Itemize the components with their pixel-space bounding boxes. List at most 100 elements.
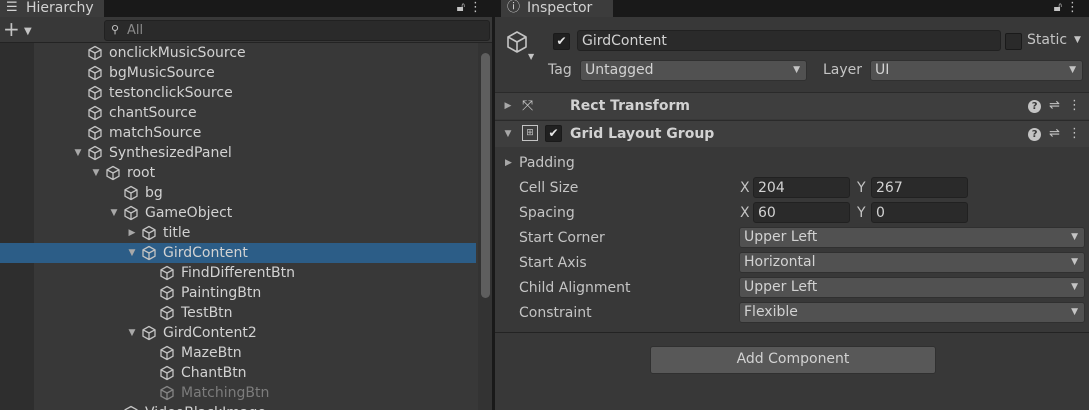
hierarchy-tab-menu[interactable]: 🔓︎⋮ <box>457 0 486 17</box>
rect-transform-title: Rect Transform <box>570 98 691 114</box>
inspector-tabbar: ⓘ Inspector 🔓︎⋮ <box>495 0 1089 17</box>
tree-row[interactable]: onclickMusicSource <box>0 43 476 63</box>
inspector-tab-menu[interactable]: 🔓︎⋮ <box>1054 0 1083 17</box>
spacing-x-label: X <box>740 205 750 221</box>
rect-transform-header[interactable]: ▶ ⤧ Rect Transform ? ⇌ ⋮ <box>495 92 1089 119</box>
inspector-panel: ⓘ Inspector 🔓︎⋮ ▼ ✔ GirdContent Static ▼… <box>495 0 1089 410</box>
tree-row[interactable]: ChantBtn <box>0 363 476 383</box>
expanded-arrow-icon[interactable]: ▼ <box>127 326 137 340</box>
hierarchy-scrollbar[interactable] <box>478 43 492 410</box>
padding-arrow-icon[interactable]: ▶ <box>505 153 512 173</box>
gameobject-cube-icon <box>159 385 175 401</box>
preset-icon[interactable]: ⇌ <box>1049 125 1060 143</box>
tree-row[interactable]: matchSource <box>0 123 476 143</box>
expanded-arrow-icon[interactable]: ▼ <box>503 127 513 141</box>
gameobject-cube-icon <box>87 125 103 141</box>
tree-row[interactable]: TestBtn <box>0 303 476 323</box>
gameobject-cube-icon <box>123 185 139 201</box>
spacing-x-field[interactable]: 60 <box>753 202 850 223</box>
tree-row[interactable]: ▼ GirdContent2 <box>0 323 476 343</box>
static-dropdown-icon[interactable]: ▼ <box>1074 30 1081 50</box>
expanded-arrow-icon[interactable]: ▼ <box>73 146 83 160</box>
tag-dropdown[interactable]: Untagged ▼ <box>580 60 807 81</box>
grid-layout-group-header[interactable]: ▼ ⊞ ✔ Grid Layout Group ? ⇌ ⋮ <box>495 120 1089 147</box>
active-checkbox[interactable]: ✔ <box>553 33 570 50</box>
lock-icon[interactable]: 🔓︎ <box>1054 0 1066 15</box>
tree-row-label: chantSource <box>109 105 197 121</box>
expanded-arrow-icon[interactable]: ▼ <box>109 206 119 220</box>
hierarchy-search-input[interactable]: ⚲ All <box>104 20 490 41</box>
cell-size-y-field[interactable]: 267 <box>871 177 968 198</box>
kebab-menu-icon[interactable]: ⋮ <box>1066 0 1083 15</box>
gameobject-cube-icon <box>159 365 175 381</box>
lock-icon[interactable]: 🔓︎ <box>457 0 469 15</box>
tree-row[interactable]: testonclickSource <box>0 83 476 103</box>
tab-inspector[interactable]: ⓘ Inspector <box>501 0 613 17</box>
icon-dropdown-caret[interactable]: ▼ <box>528 52 534 61</box>
gameobject-cube-icon[interactable] <box>505 30 529 54</box>
constraint-label: Constraint <box>519 305 592 321</box>
layer-dropdown[interactable]: UI ▼ <box>870 60 1083 81</box>
chevron-down-icon: ▼ <box>793 65 800 75</box>
chevron-down-icon: ▼ <box>1071 257 1078 267</box>
padding-label[interactable]: Padding <box>519 153 575 173</box>
child-alignment-label: Child Alignment <box>519 280 631 296</box>
kebab-menu-icon[interactable]: ⋮ <box>1068 125 1081 143</box>
tree-row[interactable]: MatchingBtn <box>0 383 476 403</box>
help-icon[interactable]: ? <box>1028 128 1042 141</box>
help-icon[interactable]: ? <box>1028 100 1042 113</box>
grid-layout-header-icons: ? ⇌ ⋮ <box>1020 125 1081 143</box>
kebab-menu-icon[interactable]: ⋮ <box>469 0 486 15</box>
start-corner-dropdown[interactable]: Upper Left ▼ <box>739 227 1085 248</box>
layer-label: Layer <box>823 62 863 78</box>
grid-layout-icon: ⊞ <box>522 125 538 141</box>
components-separator <box>495 332 1089 333</box>
create-button[interactable]: + ▼ <box>3 19 37 41</box>
cell-size-x-field[interactable]: 204 <box>753 177 850 198</box>
gameobject-cube-icon <box>87 145 103 161</box>
layer-value: UI <box>875 62 890 78</box>
tree-row[interactable]: chantSource <box>0 103 476 123</box>
start-axis-dropdown[interactable]: Horizontal ▼ <box>739 252 1085 273</box>
gameobject-cube-icon <box>105 165 121 181</box>
collapsed-arrow-icon[interactable]: ▶ <box>127 226 137 240</box>
tree-row[interactable]: ▼ GirdContent <box>0 243 476 263</box>
tree-row[interactable]: ▼ root <box>0 163 476 183</box>
tree-row-label: ChantBtn <box>181 365 247 381</box>
hierarchy-tree[interactable]: onclickMusicSource bgMusicSource testoncli… <box>0 43 492 410</box>
search-placeholder: All <box>127 23 144 38</box>
tree-row-label: SynthesizedPanel <box>109 145 232 161</box>
object-name-field[interactable]: GirdContent <box>577 30 1001 51</box>
preset-icon[interactable]: ⇌ <box>1049 97 1060 115</box>
tree-row[interactable]: ▶ title <box>0 223 476 243</box>
rect-transform-header-icons: ? ⇌ ⋮ <box>1020 97 1081 115</box>
tree-row[interactable]: VideoBlackImage <box>0 403 476 410</box>
collapsed-arrow-icon[interactable]: ▶ <box>503 99 513 113</box>
list-icon: ☰ <box>6 0 18 15</box>
tree-row[interactable]: FindDifferentBtn <box>0 263 476 283</box>
add-component-button[interactable]: Add Component <box>650 346 936 374</box>
static-label[interactable]: Static <box>1027 30 1067 50</box>
gameobject-cube-icon <box>159 345 175 361</box>
tree-row[interactable]: bgMusicSource <box>0 63 476 83</box>
tab-hierarchy[interactable]: ☰ Hierarchy <box>0 0 104 17</box>
spacing-y-field[interactable]: 0 <box>871 202 968 223</box>
tree-row[interactable]: MazeBtn <box>0 343 476 363</box>
tree-row-label: GirdContent2 <box>163 325 257 341</box>
tree-row[interactable]: PaintingBtn <box>0 283 476 303</box>
static-checkbox[interactable] <box>1005 33 1022 50</box>
hierarchy-tabbar: ☰ Hierarchy 🔓︎⋮ <box>0 0 492 17</box>
child-alignment-dropdown[interactable]: Upper Left ▼ <box>739 277 1085 298</box>
kebab-menu-icon[interactable]: ⋮ <box>1068 97 1081 115</box>
tree-row[interactable]: ▼ GameObject <box>0 203 476 223</box>
constraint-dropdown[interactable]: Flexible ▼ <box>739 302 1085 323</box>
expanded-arrow-icon[interactable]: ▼ <box>127 246 137 260</box>
grid-layout-enabled-checkbox[interactable]: ✔ <box>545 125 562 142</box>
tree-row-label: MazeBtn <box>181 345 242 361</box>
tree-row[interactable]: bg <box>0 183 476 203</box>
scrollbar-thumb[interactable] <box>481 53 490 298</box>
tree-row-label: GameObject <box>145 205 233 221</box>
tree-row[interactable]: ▼ SynthesizedPanel <box>0 143 476 163</box>
gameobject-cube-icon <box>141 325 157 341</box>
expanded-arrow-icon[interactable]: ▼ <box>91 166 101 180</box>
